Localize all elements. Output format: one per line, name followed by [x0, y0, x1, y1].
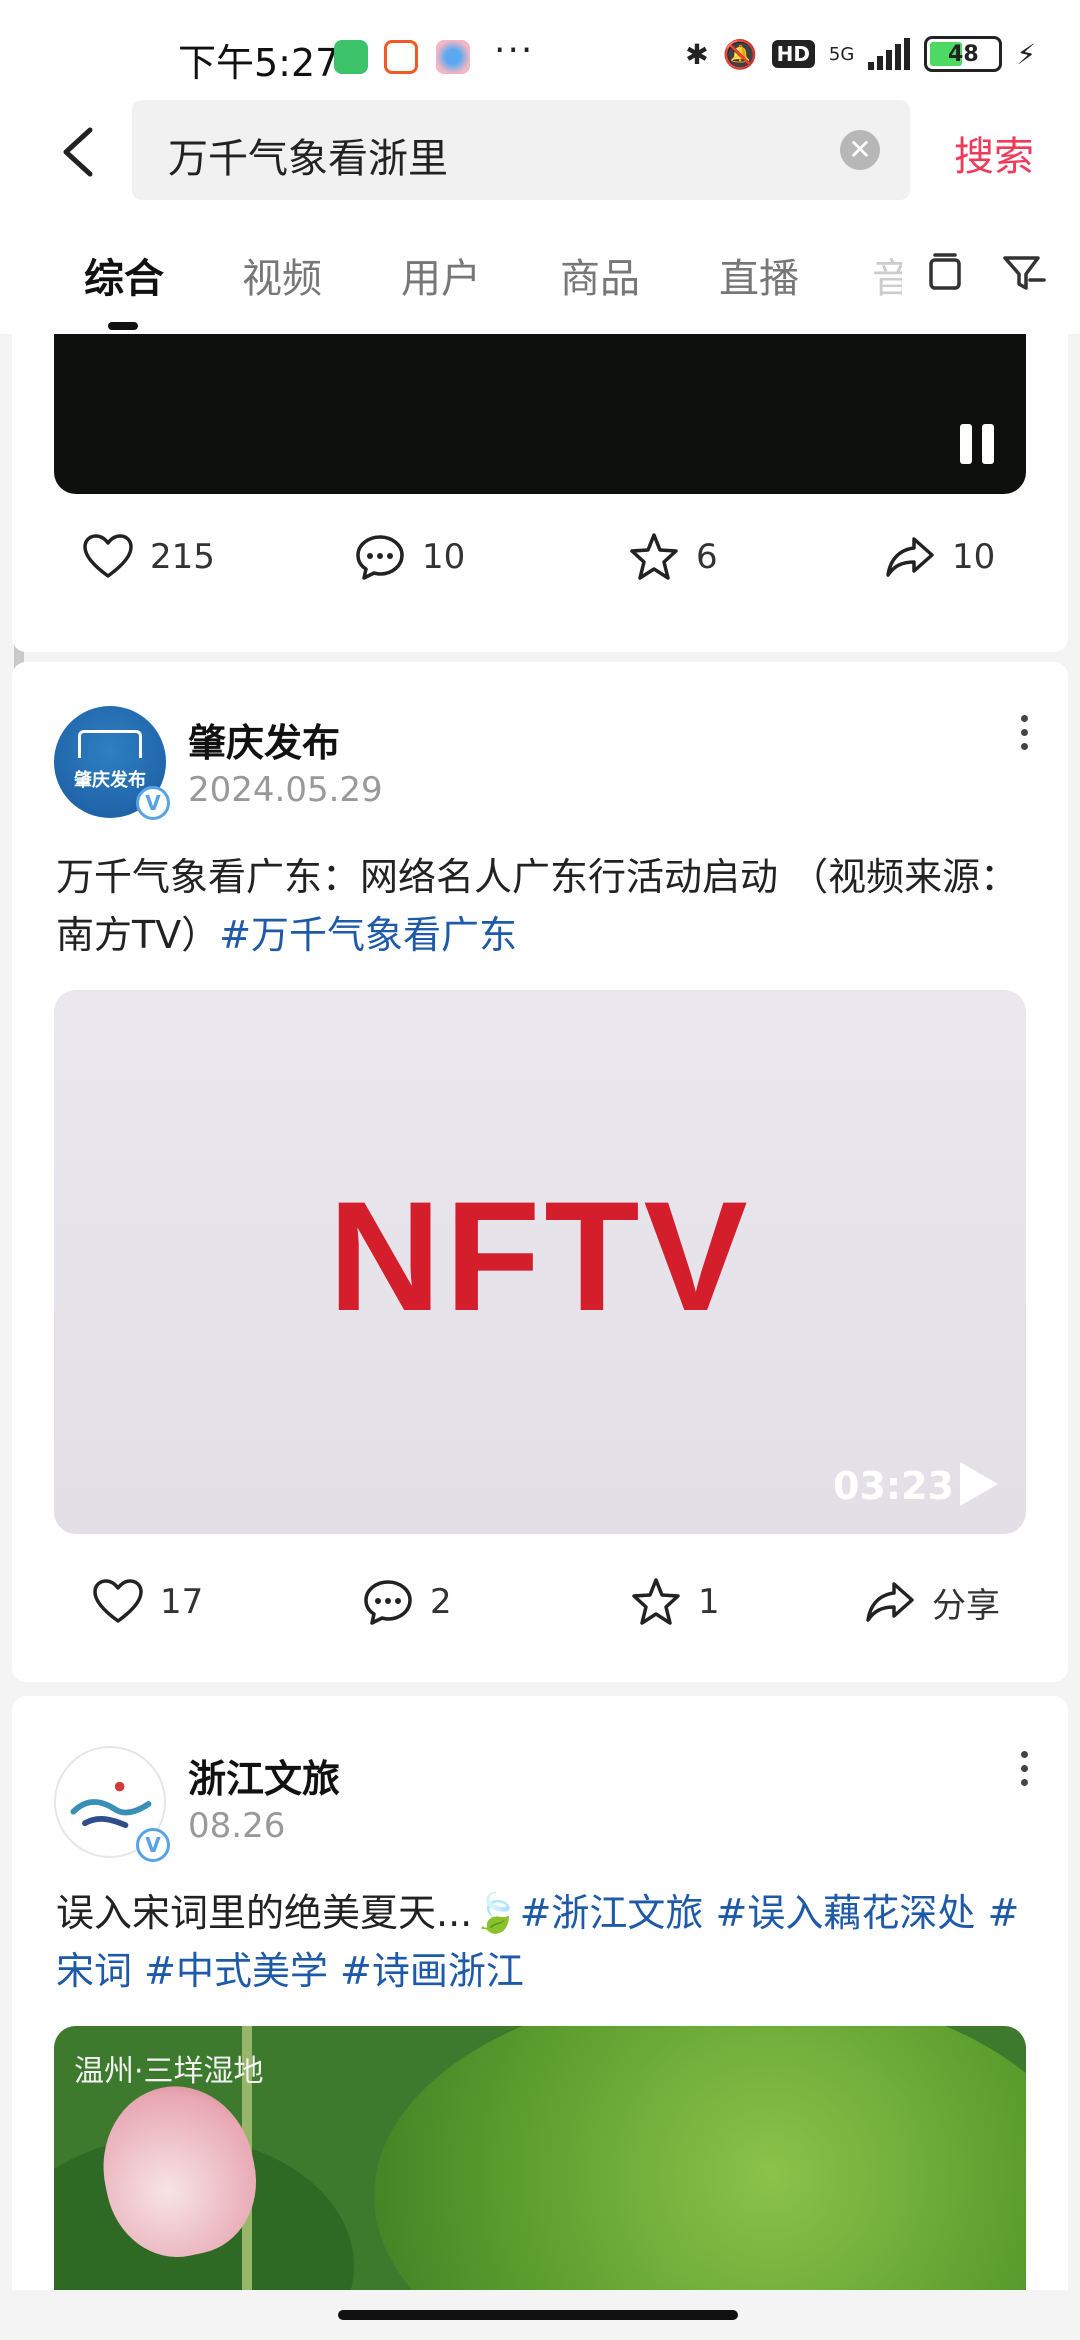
- author-name[interactable]: 浙江文旅: [188, 1748, 340, 1803]
- search-header: 万千气象看浙里 ✕ 搜索: [0, 100, 1080, 210]
- search-button[interactable]: 搜索: [954, 124, 1034, 182]
- lotus-leaf-graphic: [374, 2026, 1026, 2296]
- battery-icon: 48: [924, 36, 1003, 72]
- post-actions: 17 2 1 分享: [12, 1574, 1068, 1654]
- post-actions: 215 10 6 10: [12, 529, 1068, 609]
- signal-icon: [868, 38, 911, 70]
- share-label: 分享: [932, 1585, 1000, 1626]
- heart-icon: [93, 1579, 143, 1623]
- search-input[interactable]: 万千气象看浙里 ✕: [132, 100, 910, 200]
- hashtag[interactable]: #诗画浙江: [340, 1949, 524, 1993]
- post-date: 2024.05.29: [188, 770, 383, 810]
- clear-search-icon[interactable]: ✕: [840, 130, 880, 170]
- search-query[interactable]: 万千气象看浙里: [168, 126, 448, 184]
- star-icon: [630, 533, 678, 580]
- back-arrow-icon[interactable]: [50, 122, 110, 182]
- share-count: 10: [952, 537, 996, 577]
- verified-badge-icon: V: [136, 1828, 170, 1862]
- favorite-count: 6: [696, 537, 718, 577]
- network-label: 5G: [828, 43, 855, 65]
- 58-app-icon: [384, 40, 418, 74]
- comment-button[interactable]: 10: [352, 529, 465, 585]
- status-bar: 下午5:27 ··· ✱ 🔕 HD 5G 48 ⚡: [0, 0, 1080, 100]
- author-name[interactable]: 肇庆发布: [188, 712, 340, 767]
- hd-badge: HD: [771, 40, 815, 68]
- avatar-gate-graphic: [78, 730, 142, 758]
- charging-icon: ⚡: [1016, 37, 1036, 71]
- post-text[interactable]: 误入宋词里的绝美夏天...🍃#浙江文旅 #误入藕花深处 #宋词 #中式美学 #诗…: [56, 1884, 1036, 2000]
- cloud-app-icon: [436, 40, 470, 74]
- active-tab-indicator: [108, 322, 138, 330]
- post-card: 肇庆发布 V 肇庆发布 2024.05.29 万千气象看广东：网络名人广东行活动…: [12, 662, 1068, 1682]
- status-time: 下午5:27: [178, 41, 340, 85]
- tab-products[interactable]: 商品: [560, 246, 640, 304]
- video-logo-text: NFTV: [328, 1170, 752, 1344]
- share-button[interactable]: 10: [882, 529, 995, 585]
- tab-music[interactable]: 音: [872, 246, 902, 304]
- status-right-group: ✱ 🔕 HD 5G 48 ⚡: [685, 36, 1036, 72]
- share-arrow-icon: [866, 1582, 914, 1622]
- post-card: 215 10 6 10: [12, 334, 1068, 652]
- hashtag[interactable]: #万千气象看广东: [219, 913, 517, 957]
- heart-icon: [83, 534, 133, 578]
- post-text[interactable]: 万千气象看广东：网络名人广东行活动启动 （视频来源：南方TV）#万千气象看广东: [56, 848, 1036, 964]
- share-arrow-icon: [886, 537, 934, 577]
- pause-icon[interactable]: [960, 424, 994, 464]
- filter-icon[interactable]: [1000, 250, 1046, 296]
- favorite-button[interactable]: 1: [628, 1574, 720, 1630]
- battery-level: 48: [948, 41, 979, 67]
- tab-video[interactable]: 视频: [242, 246, 322, 304]
- tab-live[interactable]: 直播: [719, 246, 799, 304]
- comment-count: 10: [422, 537, 466, 577]
- post-card: V 浙江文旅 08.26 误入宋词里的绝美夏天...🍃#浙江文旅 #误入藕花深处…: [12, 1696, 1068, 2296]
- layout-toggle-icon[interactable]: [922, 250, 968, 296]
- comment-count: 2: [430, 1582, 452, 1622]
- verified-badge-icon: V: [136, 786, 170, 820]
- comment-icon: [356, 535, 404, 580]
- comment-button[interactable]: 2: [360, 1574, 452, 1630]
- post-body: 误入宋词里的绝美夏天...🍃: [56, 1891, 520, 1935]
- like-count: 215: [150, 537, 215, 577]
- video-player[interactable]: [54, 334, 1026, 494]
- like-button[interactable]: 215: [80, 529, 215, 585]
- tab-comprehensive[interactable]: 综合: [84, 246, 164, 304]
- like-count: 17: [160, 1582, 204, 1622]
- post-date: 08.26: [188, 1806, 286, 1846]
- hashtag[interactable]: #误入藕花深处: [716, 1891, 976, 1935]
- more-options-icon[interactable]: [1004, 702, 1044, 762]
- hashtag[interactable]: #中式美学: [144, 1949, 328, 1993]
- share-button[interactable]: 分享: [862, 1574, 1000, 1630]
- tab-users[interactable]: 用户: [401, 246, 481, 304]
- comment-icon: [364, 1580, 412, 1625]
- bluetooth-icon: ✱: [685, 37, 709, 71]
- more-options-icon[interactable]: [1004, 1738, 1044, 1798]
- favorite-count: 1: [698, 1582, 720, 1622]
- play-icon[interactable]: [960, 1462, 998, 1506]
- like-button[interactable]: 17: [90, 1574, 203, 1630]
- wechat-app-icon: [334, 40, 368, 74]
- star-icon: [632, 1578, 680, 1625]
- video-thumbnail[interactable]: NFTV 03:23: [54, 990, 1026, 1534]
- post-body: 万千气象看广东：网络名人广东行活动启动 （视频来源：南方TV）: [56, 855, 1019, 957]
- video-thumbnail[interactable]: 温州·三垟湿地: [54, 2026, 1026, 2296]
- hashtag[interactable]: #浙江文旅: [520, 1891, 704, 1935]
- result-tabs: 综合 视频 用户 商品 直播 音: [0, 210, 1080, 334]
- favorite-button[interactable]: 6: [626, 529, 718, 585]
- video-duration: 03:23: [833, 1464, 954, 1508]
- image-caption: 温州·三垟湿地: [74, 2054, 264, 2089]
- mute-bell-icon: 🔕: [722, 37, 758, 71]
- home-indicator[interactable]: [0, 2290, 1080, 2340]
- more-notifications-icon: ···: [494, 30, 535, 71]
